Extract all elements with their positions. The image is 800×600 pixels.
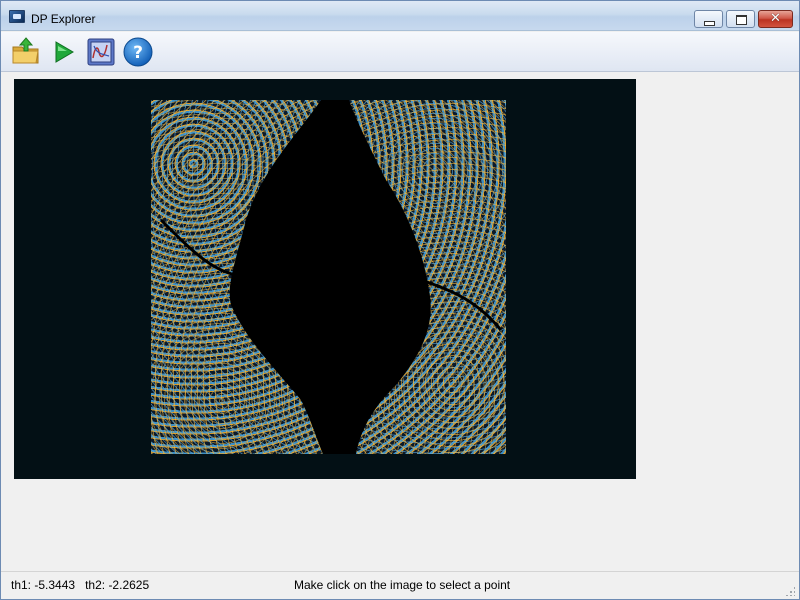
play-icon (55, 41, 74, 63)
image-view-icon (87, 38, 115, 66)
app-icon (9, 10, 25, 23)
resize-grip-icon[interactable] (785, 586, 795, 596)
status-message: Make click on the image to select a poin… (294, 578, 511, 592)
image-canvas[interactable] (14, 79, 636, 479)
image-view-button[interactable] (85, 36, 117, 68)
run-button[interactable] (48, 36, 80, 68)
th1-value: -5.3443 (34, 578, 76, 592)
window-title: DP Explorer (31, 12, 96, 26)
minimize-button[interactable] (694, 10, 723, 28)
maximize-button[interactable] (726, 10, 755, 28)
th2-label: th2: (85, 578, 106, 592)
help-icon: ? (123, 37, 153, 67)
help-glyph: ? (133, 43, 143, 63)
th1-label: th1: (11, 578, 32, 592)
folder-open-icon (12, 37, 39, 64)
toolbar: ? (1, 32, 799, 72)
close-button[interactable]: ✕ (758, 10, 793, 28)
coordinates-readout: th1: -5.3443 th2: -2.2625 (11, 578, 149, 592)
status-bar: th1: -5.3443 th2: -2.2625 Make click on … (1, 571, 799, 599)
title-bar[interactable]: DP Explorer ✕ (1, 1, 799, 31)
close-icon: ✕ (770, 11, 781, 26)
open-button[interactable] (10, 36, 42, 68)
app-window: DP Explorer ✕ ? th1: -5.3443 th2: -2.262… (0, 0, 800, 600)
fractal-black-region (159, 100, 503, 454)
help-button[interactable]: ? (122, 36, 154, 68)
fractal-image[interactable] (151, 100, 506, 454)
th2-value: -2.2625 (108, 578, 150, 592)
